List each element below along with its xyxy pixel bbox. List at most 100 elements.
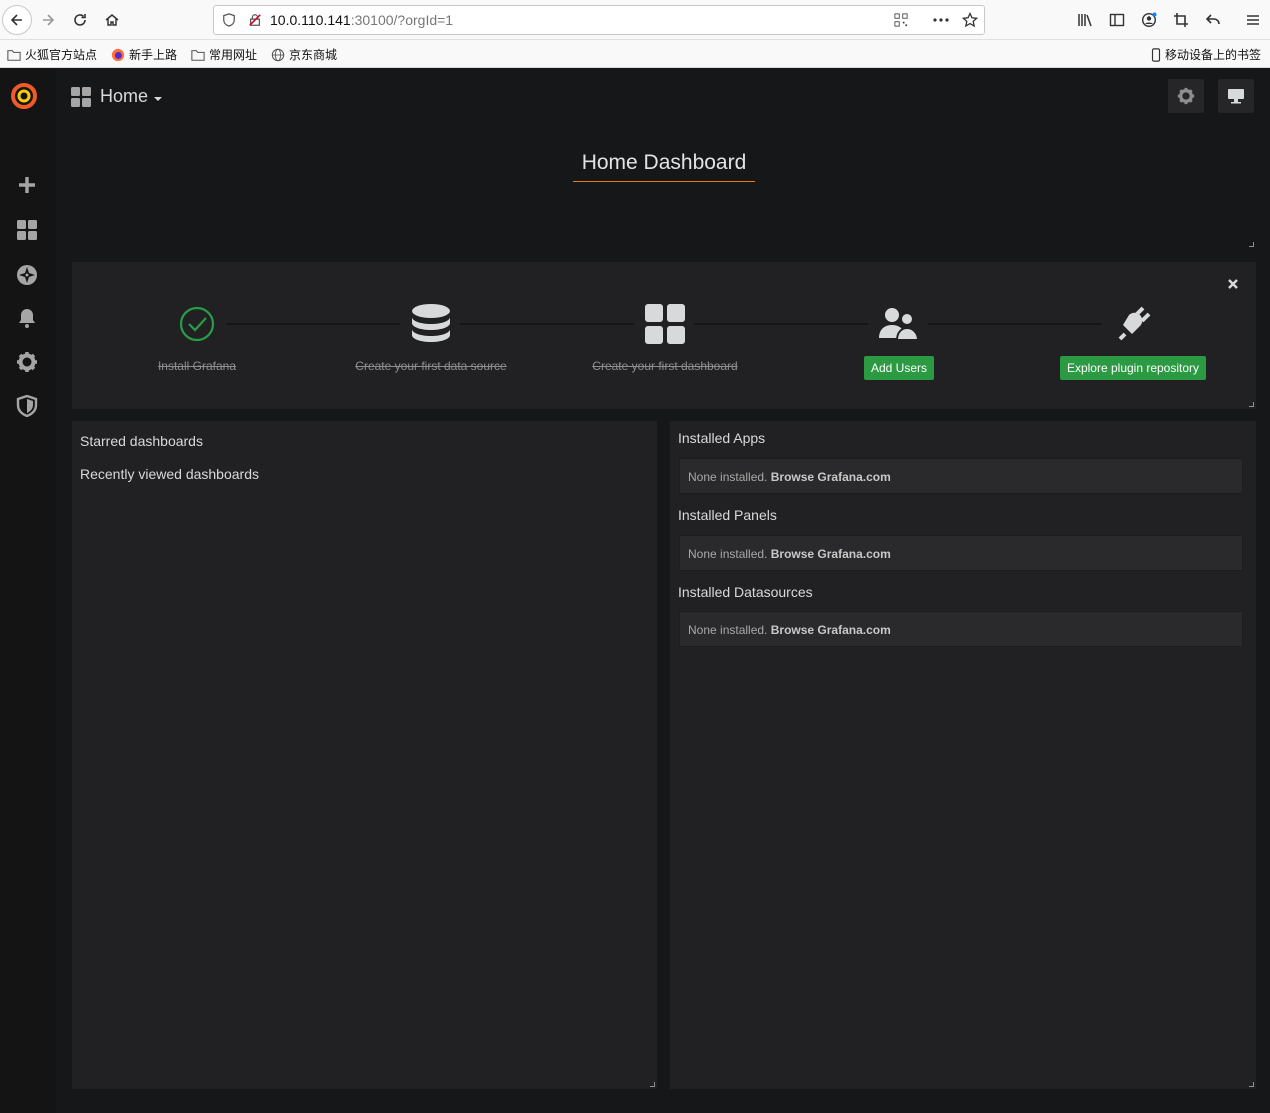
dashboards-grid-icon — [645, 304, 685, 344]
bookmark-label: 新手上路 — [129, 48, 178, 62]
home-icon — [105, 14, 119, 26]
sidebar-button[interactable] — [1103, 6, 1131, 34]
library-icon — [1078, 14, 1092, 27]
installed-datasources-box: None installed. Browse Grafana.com — [679, 611, 1243, 647]
home-text-panel: Home Dashboard — [72, 131, 1256, 249]
step-create-datasource: Create your first data source — [331, 302, 531, 373]
globe-icon — [271, 48, 285, 61]
compass-icon — [17, 265, 37, 285]
back-arrow-icon — [10, 14, 22, 26]
panel-resize-handle[interactable] — [650, 1082, 655, 1087]
shield-icon — [223, 13, 235, 27]
plugin-list-panel: Installed Apps None installed. Browse Gr… — [670, 421, 1256, 1089]
insecure-lock-icon — [249, 14, 261, 26]
panel-resize-handle[interactable] — [1249, 402, 1254, 407]
plus-icon — [19, 177, 35, 193]
url-host: 10.0.110.141 — [270, 12, 351, 28]
getting-started-panel: Install Grafana Create your first data s… — [72, 262, 1256, 409]
gear-icon — [17, 352, 37, 372]
home-title: Home Dashboard — [572, 151, 756, 182]
database-icon — [412, 304, 450, 342]
shield-icon — [16, 395, 38, 417]
create-menu[interactable] — [14, 172, 40, 198]
hamburger-icon — [1247, 15, 1259, 25]
forward-arrow-icon — [43, 14, 55, 26]
installed-apps-title: Installed Apps — [678, 430, 766, 446]
qr-code-icon[interactable] — [894, 13, 908, 27]
installed-datasources-title: Installed Datasources — [678, 584, 813, 600]
address-bar[interactable]: 10.0.110.141:30100/?orgId=1 — [213, 5, 985, 35]
back-button[interactable] — [2, 5, 32, 35]
url-text: 10.0.110.141:30100/?orgId=1 — [270, 12, 453, 28]
explore-menu[interactable] — [14, 262, 40, 288]
server-admin-menu[interactable] — [14, 393, 40, 419]
reload-icon — [74, 14, 86, 26]
side-menu — [0, 69, 56, 1113]
step-add-users: Add Users — [799, 302, 999, 380]
gear-icon — [1177, 87, 1195, 105]
alerting-menu[interactable] — [14, 305, 40, 331]
panel-resize-handle[interactable] — [1249, 1082, 1254, 1087]
monitor-icon — [1228, 89, 1244, 104]
none-installed-text: None installed. — [688, 623, 768, 637]
home-button[interactable] — [98, 6, 126, 34]
dashboards-menu[interactable] — [14, 217, 40, 243]
step-label[interactable]: Install Grafana — [97, 359, 297, 373]
panel-resize-handle[interactable] — [1249, 242, 1254, 247]
menu-button[interactable] — [1239, 6, 1267, 34]
installed-panels-title: Installed Panels — [678, 507, 777, 523]
dashboard-main: Home Home Dashboard Install Grafana Crea… — [56, 69, 1270, 1113]
bookmark-item[interactable]: 火狐官方站点 — [7, 46, 97, 63]
account-icon — [1141, 12, 1157, 28]
folder-icon — [7, 49, 21, 61]
add-users-button[interactable]: Add Users — [863, 356, 935, 380]
dashboard-settings-button[interactable] — [1168, 79, 1204, 113]
crop-icon — [1174, 13, 1188, 27]
page-actions-icon[interactable] — [932, 13, 950, 27]
step-explore-plugins: Explore plugin repository — [1033, 302, 1233, 380]
account-button[interactable] — [1135, 6, 1163, 34]
close-icon[interactable] — [1227, 278, 1239, 290]
browse-grafana-link[interactable]: Browse Grafana.com — [771, 470, 891, 484]
configuration-menu[interactable] — [14, 349, 40, 375]
bookmark-item[interactable]: 常用网址 — [191, 46, 257, 63]
bookmark-label: 京东商城 — [289, 48, 338, 62]
bookmark-label: 火狐官方站点 — [25, 48, 98, 62]
browse-grafana-link[interactable]: Browse Grafana.com — [771, 623, 891, 637]
step-label[interactable]: Create your first dashboard — [565, 359, 765, 373]
grafana-logo-icon — [11, 83, 37, 109]
dashboards-grid-icon — [71, 86, 91, 107]
bookmarks-toolbar: 火狐官方站点 新手上路 常用网址 京东商城 移动设备上的书签 — [0, 40, 1270, 68]
bell-icon — [19, 309, 35, 328]
step-install-grafana: Install Grafana — [97, 302, 297, 373]
reload-button[interactable] — [66, 6, 94, 34]
explore-plugins-button[interactable]: Explore plugin repository — [1059, 356, 1207, 380]
mobile-bookmarks[interactable]: 移动设备上的书签 — [1151, 46, 1261, 63]
sidebar-icon — [1109, 13, 1125, 27]
bookmark-item[interactable]: 京东商城 — [271, 46, 337, 63]
bookmark-item[interactable]: 新手上路 — [111, 46, 177, 63]
browser-toolbar: 10.0.110.141:30100/?orgId=1 — [0, 0, 1270, 40]
phone-icon — [1151, 47, 1161, 62]
bookmark-star-icon[interactable] — [962, 12, 978, 28]
installed-apps-box: None installed. Browse Grafana.com — [679, 458, 1243, 494]
mobile-bookmarks-label: 移动设备上的书签 — [1165, 48, 1262, 62]
library-button[interactable] — [1071, 6, 1099, 34]
recent-dashboards-title: Recently viewed dashboards — [80, 466, 259, 482]
step-create-dashboard: Create your first dashboard — [565, 302, 765, 373]
dashboards-grid-icon — [17, 220, 37, 240]
grafana-logo[interactable] — [9, 81, 39, 111]
undo-button[interactable] — [1199, 6, 1227, 34]
folder-icon — [191, 49, 205, 61]
forward-button[interactable] — [34, 6, 62, 34]
caret-down-icon — [154, 96, 163, 101]
undo-arrow-icon — [1205, 14, 1220, 25]
browse-grafana-link[interactable]: Browse Grafana.com — [771, 547, 891, 561]
step-label[interactable]: Create your first data source — [331, 359, 531, 373]
home-title-wrap: Home Dashboard — [72, 151, 1256, 182]
screenshot-button[interactable] — [1167, 6, 1195, 34]
view-mode-button[interactable] — [1218, 79, 1254, 113]
dashboard-picker[interactable]: Home — [71, 86, 163, 107]
none-installed-text: None installed. — [688, 470, 768, 484]
installed-panels-box: None installed. Browse Grafana.com — [679, 535, 1243, 571]
